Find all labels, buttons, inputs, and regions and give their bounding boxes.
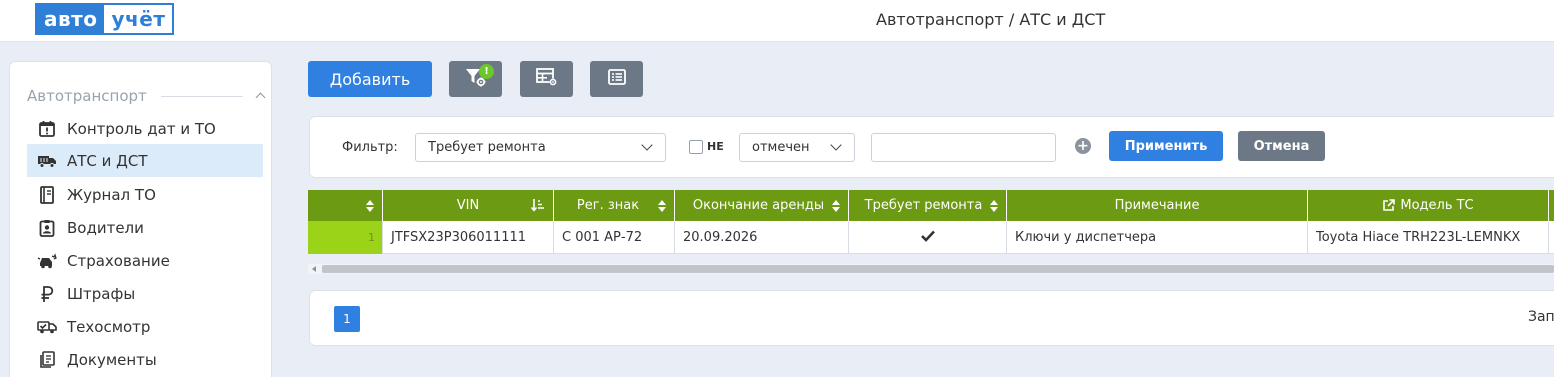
sidebar-item-label: Водители (67, 218, 144, 237)
chevron-down-icon (830, 139, 842, 151)
sidebar-item-fines[interactable]: Штрафы (27, 277, 263, 310)
cell-lease-end: 20.09.2026 (675, 221, 849, 254)
page-button-current[interactable]: 1 (334, 306, 360, 332)
sidebar-item-documents[interactable]: Документы (27, 343, 263, 376)
table-settings-button[interactable] (520, 61, 573, 97)
filter-panel: Фильтр: Требует ремонта НЕ отмечен + При… (309, 116, 1554, 178)
cell-note: Ключи у диспетчера (1007, 221, 1308, 254)
column-header-label: Модель ТС (1400, 198, 1474, 213)
scrollbar-thumb[interactable] (322, 265, 1554, 273)
sort-icon[interactable] (658, 200, 666, 212)
sidebar: Автотранспорт Контроль дат и ТО АТС и ДС… (9, 61, 272, 377)
checkmark-icon (920, 230, 935, 246)
add-condition-icon[interactable]: + (1075, 138, 1091, 154)
filter-condition-select[interactable]: отмечен (739, 133, 855, 162)
column-header-model[interactable]: Модель ТС (1308, 190, 1549, 221)
apply-button[interactable]: Применить (1109, 131, 1223, 161)
filter-label: Фильтр: (342, 140, 398, 155)
cancel-button[interactable]: Отмена (1238, 131, 1325, 161)
truck-icon (37, 151, 57, 171)
sort-icon[interactable] (832, 200, 840, 212)
row-number: 1 (308, 221, 383, 254)
filter-value-input[interactable] (871, 133, 1056, 162)
list-view-icon (607, 68, 627, 90)
list-view-button[interactable] (590, 61, 643, 97)
column-header-label: VIN (456, 198, 480, 213)
sidebar-item-ats-dst[interactable]: АТС и ДСТ (27, 144, 263, 177)
cell-vin: JTFSX23P306011111 (383, 221, 554, 254)
ruble-icon (37, 284, 57, 304)
top-bar: авто учёт Автотранспорт / АТС и ДСТ (0, 0, 1554, 42)
negate-label: НЕ (707, 140, 724, 153)
logo-part-2: учёт (104, 5, 173, 33)
divider (160, 95, 243, 97)
sidebar-item-label: Страхование (67, 251, 170, 270)
sidebar-item-label: Журнал ТО (67, 185, 156, 204)
column-header-label: Примечание (1114, 198, 1200, 213)
id-badge-icon (37, 218, 57, 238)
sort-ascending-icon[interactable] (530, 198, 545, 216)
cell-model: Toyota Hiace TRH223L-LEMNKX (1308, 221, 1549, 254)
table-header: VIN Рег. знак Окончание аренды Требует р… (308, 190, 1554, 221)
column-header-reg-plate[interactable]: Рег. знак (554, 190, 675, 221)
filter-condition-value: отмечен (752, 140, 810, 155)
sidebar-item-insurance[interactable]: Страхование (27, 244, 263, 277)
column-header-label: Окончание аренды (692, 198, 825, 213)
column-header-note[interactable]: Примечание (1007, 190, 1308, 221)
truck-check-icon (37, 317, 57, 337)
records-label: Зап (1528, 309, 1554, 325)
logo-part-1: авто (37, 5, 105, 33)
sidebar-item-maintenance-log[interactable]: Журнал ТО (27, 178, 263, 211)
pagination-panel: 1 Зап (309, 290, 1554, 346)
column-header-label: Требует ремонта (864, 198, 983, 213)
chevron-down-icon (641, 139, 653, 151)
logo[interactable]: авто учёт (35, 3, 175, 35)
scroll-left-icon[interactable] (312, 266, 316, 272)
sidebar-section-header[interactable]: Автотранспорт (27, 86, 265, 106)
filter-settings-button[interactable]: ! (449, 61, 502, 97)
sidebar-item-label: АТС и ДСТ (67, 151, 148, 170)
filter-field-select[interactable]: Требует ремонта (415, 133, 666, 162)
table-row[interactable]: 1 JTFSX23P306011111 С 001 АР-72 20.09.20… (308, 221, 1554, 254)
table-settings-icon (535, 67, 559, 91)
column-header-vin[interactable]: VIN (383, 190, 554, 221)
sidebar-item-drivers[interactable]: Водители (27, 211, 263, 244)
filter-active-badge: ! (479, 64, 494, 79)
cell-reg-plate: С 001 АР-72 (554, 221, 675, 254)
column-header-needs-repair[interactable]: Требует ремонта (849, 190, 1007, 221)
calendar-alert-icon (37, 119, 57, 139)
sort-icon[interactable] (990, 200, 998, 212)
negate-checkbox[interactable] (689, 140, 703, 154)
sidebar-section-label: Автотранспорт (27, 87, 147, 105)
filter-field-value: Требует ремонта (428, 140, 546, 155)
car-crash-icon (37, 251, 57, 271)
horizontal-scrollbar[interactable] (308, 264, 1554, 274)
add-button[interactable]: Добавить (308, 61, 432, 97)
page-title: Автотранспорт / АТС и ДСТ (876, 10, 1106, 29)
external-link-icon[interactable] (1382, 199, 1396, 212)
column-header-lease-end[interactable]: Окончание аренды (675, 190, 849, 221)
logbook-icon (37, 185, 57, 205)
sidebar-item-inspection[interactable]: Техосмотр (27, 310, 263, 343)
sidebar-item-label: Контроль дат и ТО (67, 119, 216, 138)
column-header-label: Рег. знак (576, 198, 640, 213)
sidebar-item-date-control[interactable]: Контроль дат и ТО (27, 112, 263, 145)
chevron-up-icon[interactable] (255, 91, 265, 101)
documents-icon (37, 350, 57, 370)
column-header-number[interactable] (308, 190, 383, 221)
sidebar-item-label: Документы (67, 350, 157, 369)
sidebar-item-label: Техосмотр (67, 317, 151, 336)
sort-icon[interactable] (366, 200, 374, 212)
cell-needs-repair (849, 221, 1007, 254)
sidebar-item-label: Штрафы (67, 284, 136, 303)
